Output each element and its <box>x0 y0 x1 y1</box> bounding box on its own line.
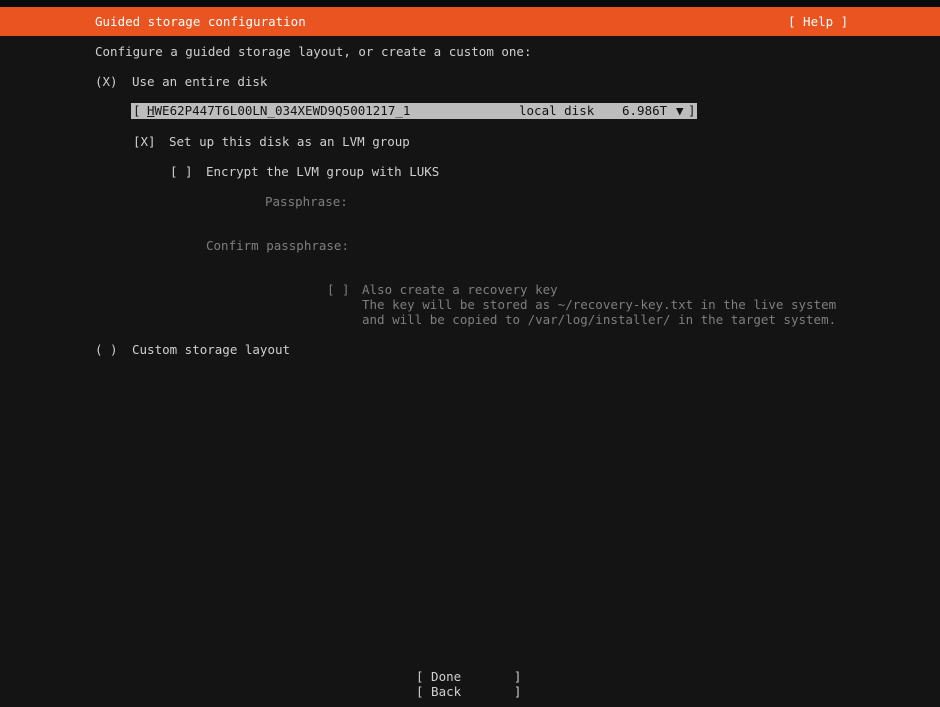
confirm-passphrase-input[interactable] <box>362 238 822 253</box>
back-button[interactable]: [ Back ] <box>416 684 521 699</box>
lvm-label: Set up this disk as an LVM group <box>169 134 410 149</box>
radio-custom-layout[interactable]: ( ) <box>95 342 118 357</box>
disk-selector-close-bracket: ] <box>688 103 696 118</box>
header-bar: Guided storage configuration [ Help ] <box>0 7 940 36</box>
done-button[interactable]: [ Done ] <box>416 669 521 684</box>
checkbox-lvm[interactable]: [X] <box>133 134 156 149</box>
custom-layout-label: Custom storage layout <box>132 342 291 357</box>
disk-name-rest: WE62P447T6L00LN_034XEWD9Q5001217_1 <box>154 103 411 118</box>
top-strip <box>0 0 940 7</box>
checkbox-encrypt[interactable]: [ ] <box>170 164 193 179</box>
recovery-key-desc-1: The key will be stored as ~/recovery-key… <box>362 297 837 312</box>
help-button[interactable]: [ Help ] <box>788 14 848 29</box>
disk-size: 6.986T <box>622 103 668 118</box>
disk-name-first: H <box>147 103 155 118</box>
disk-name: HWE62P447T6L00LN_034XEWD9Q5001217_1 <box>147 103 410 119</box>
passphrase-input[interactable] <box>362 194 822 209</box>
disk-selector-open-bracket: [ <box>133 103 141 118</box>
recovery-key-desc-2: and will be copied to /var/log/installer… <box>362 312 837 327</box>
recovery-key-label: Also create a recovery key <box>362 282 558 297</box>
confirm-passphrase-label: Confirm passphrase: <box>206 238 349 253</box>
chevron-down-icon: ▼ <box>676 103 684 118</box>
encrypt-label: Encrypt the LVM group with LUKS <box>206 164 440 179</box>
disk-selector[interactable]: [ HWE62P447T6L00LN_034XEWD9Q5001217_1 lo… <box>131 103 697 119</box>
intro-text: Configure a guided storage layout, or cr… <box>95 44 532 59</box>
radio-entire-disk[interactable]: (X) <box>95 74 118 89</box>
page-title: Guided storage configuration <box>95 14 306 29</box>
passphrase-label: Passphrase: <box>265 194 348 209</box>
disk-type: local disk <box>519 103 595 118</box>
entire-disk-label: Use an entire disk <box>132 74 268 89</box>
checkbox-recovery-key[interactable]: [ ] <box>327 282 350 297</box>
